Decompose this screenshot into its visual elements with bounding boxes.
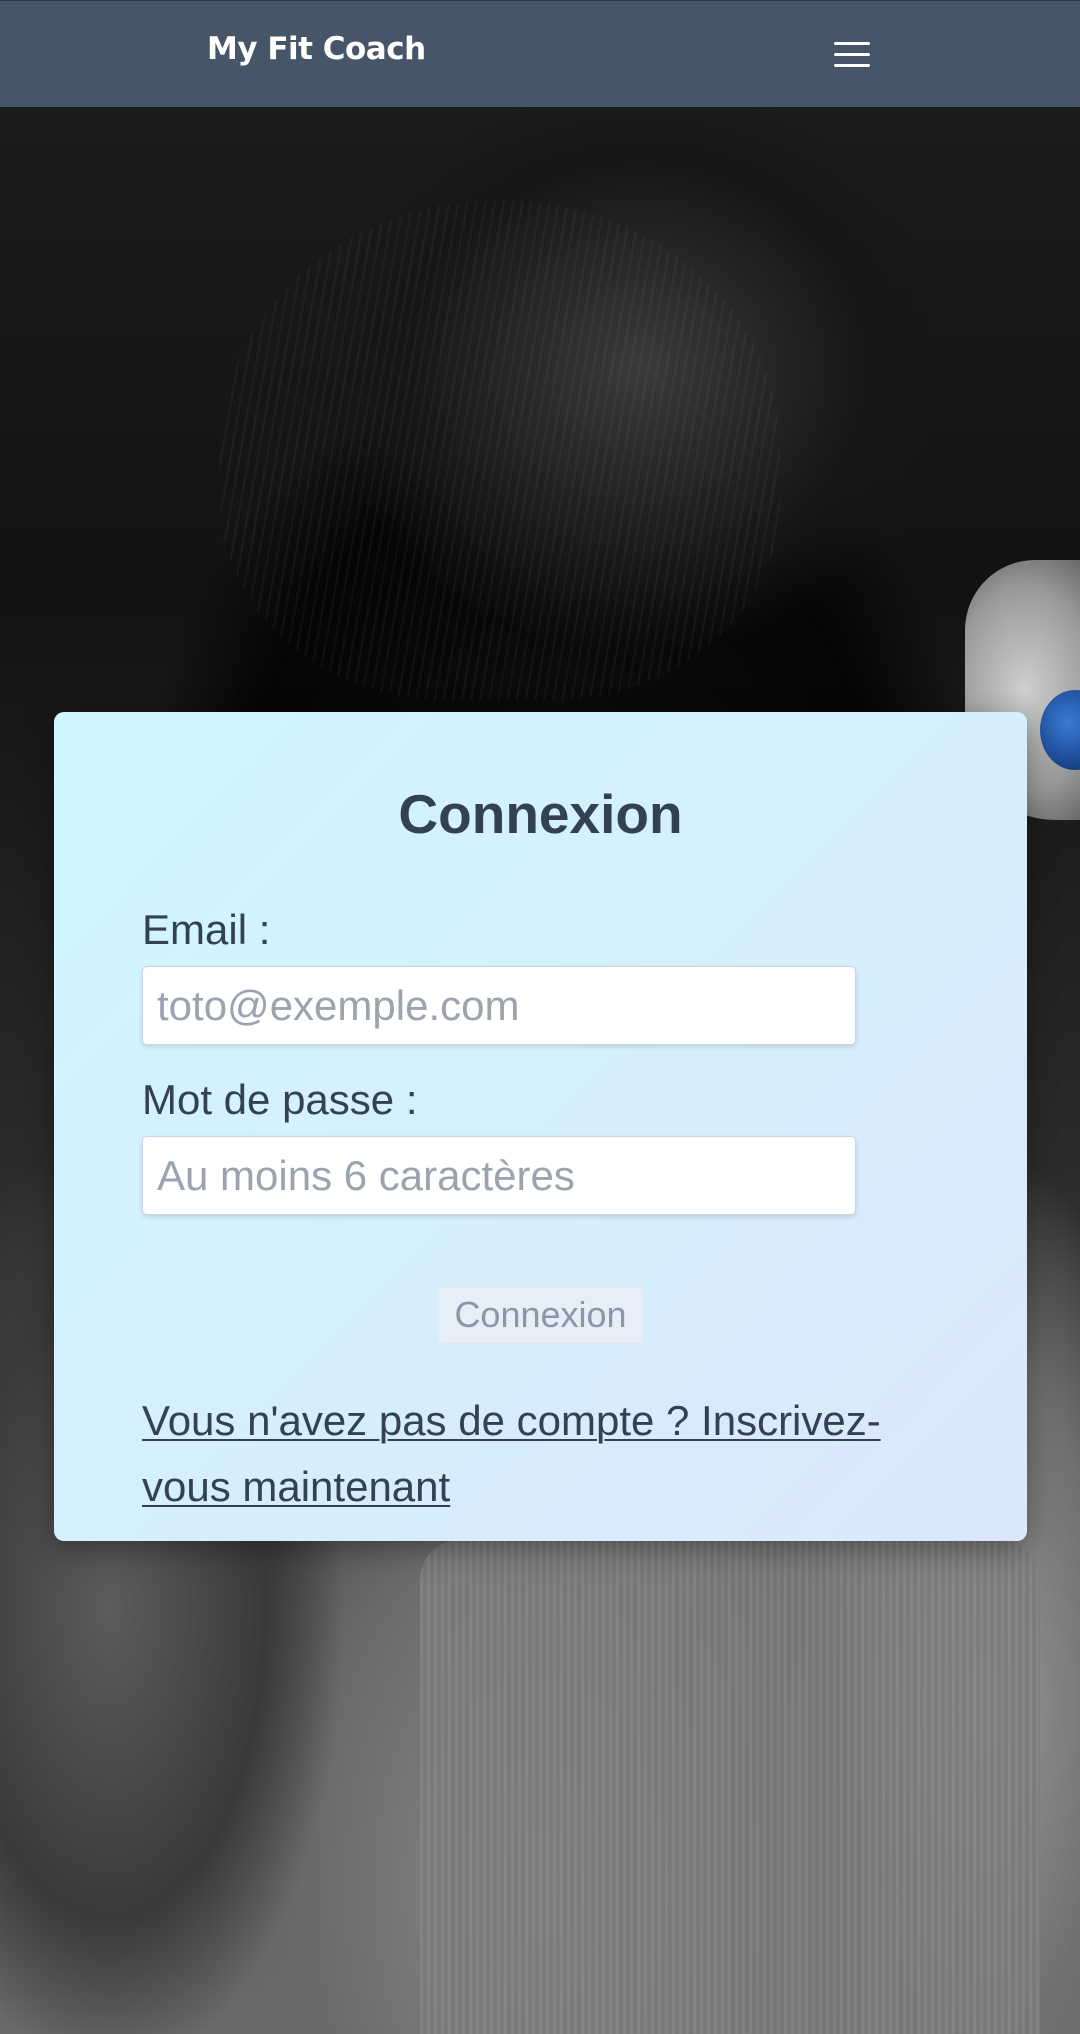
hamburger-menu-button[interactable]: [826, 31, 876, 77]
page: My Fit Coach Connexion Email : Mot de pa…: [0, 0, 1080, 2034]
hamburger-menu-icon: [834, 53, 870, 56]
password-input[interactable]: [142, 1136, 856, 1215]
brand-logo[interactable]: My Fit Coach: [207, 31, 426, 67]
email-input[interactable]: [142, 966, 856, 1045]
background-tank-top: [420, 1540, 1040, 2034]
hamburger-menu-icon: [834, 64, 870, 67]
login-submit-button[interactable]: Connexion: [437, 1286, 644, 1344]
email-label: Email :: [142, 906, 271, 953]
login-title: Connexion: [398, 783, 683, 845]
signup-link[interactable]: Vous n'avez pas de compte ? Inscrivez-vo…: [142, 1388, 942, 1520]
password-label: Mot de passe :: [142, 1076, 418, 1123]
navbar: My Fit Coach: [0, 0, 1080, 107]
background-hair: [220, 200, 780, 700]
login-card: Connexion Email : Mot de passe : Connexi…: [54, 712, 1027, 1541]
hamburger-menu-icon: [834, 42, 870, 45]
